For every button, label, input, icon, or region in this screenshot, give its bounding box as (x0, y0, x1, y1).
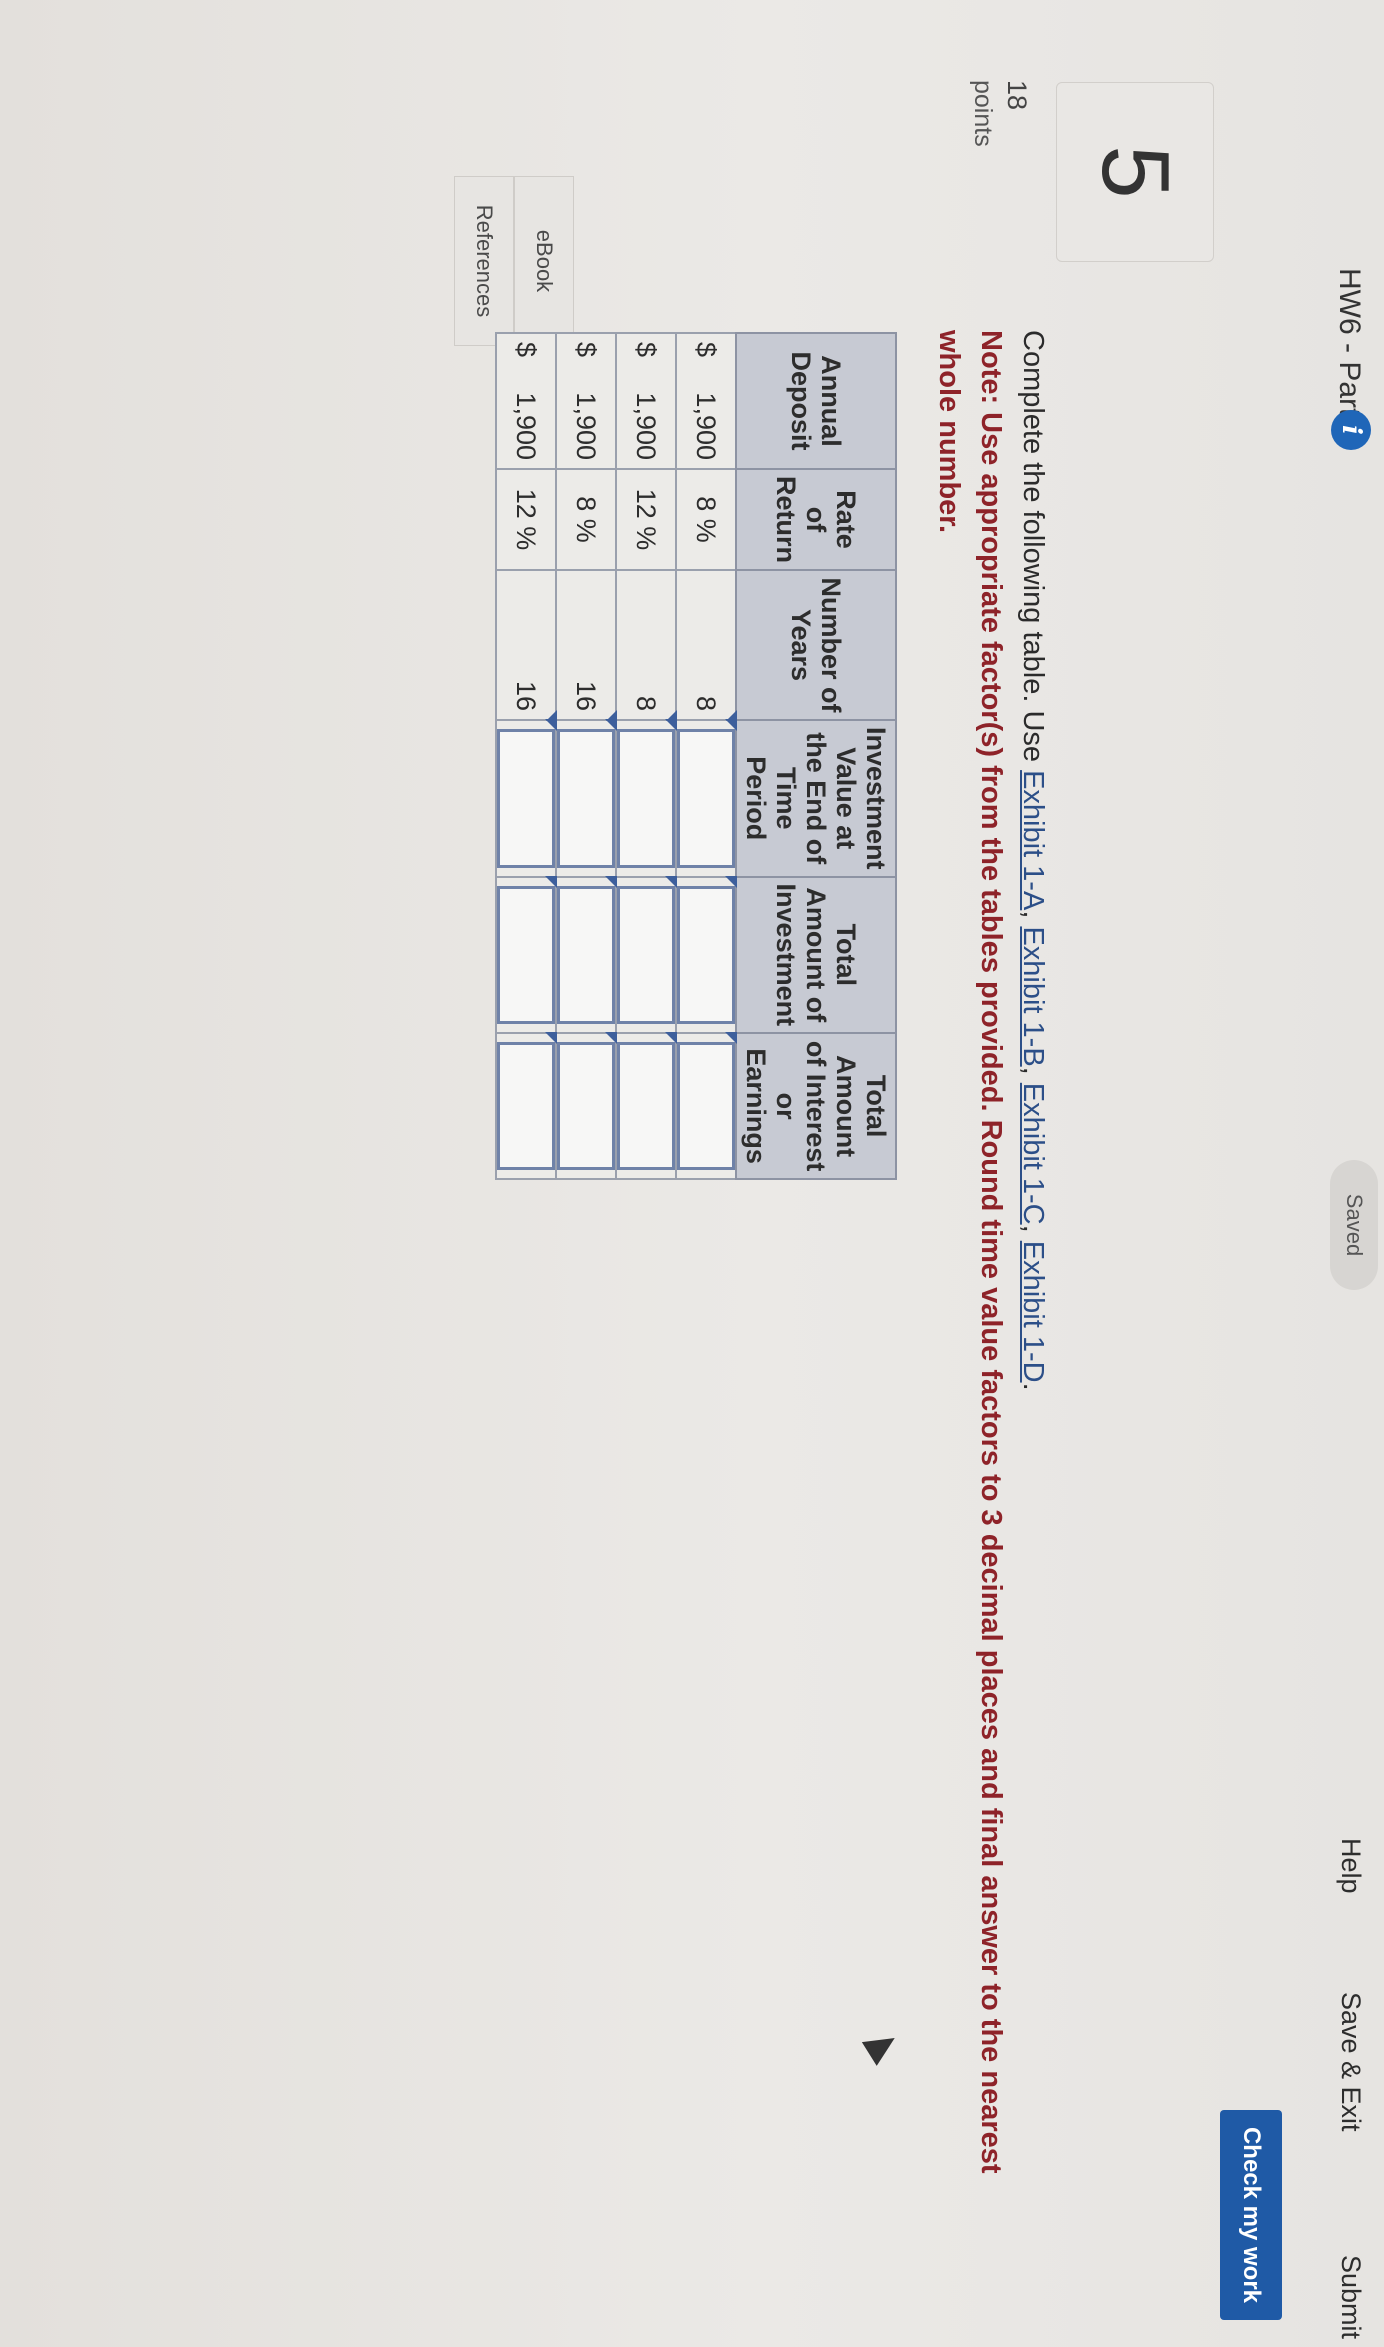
cell-marker-icon (665, 1032, 677, 1045)
total-investment-input[interactable] (617, 885, 675, 1025)
cell-marker-icon (665, 719, 677, 731)
rate-cell: 8 % (676, 469, 736, 570)
deposit-value: 1,900 (511, 392, 542, 460)
table-row: $1,900 12 % 16 (496, 333, 557, 1180)
deposit-cell: $1,900 (676, 333, 736, 469)
header-total-investment: Total Amount of Investment (736, 876, 896, 1034)
screen: HW6 - Part I i Saved Help Save & Exit Su… (0, 0, 1384, 2347)
question-number: 5 (1056, 82, 1214, 262)
table-row: $1,900 12 % 8 (616, 333, 677, 1180)
years-value: 8 (631, 695, 662, 711)
investment-value-input-cell (496, 719, 557, 877)
instructions-note: Note: Use appropriate factor(s) from the… (933, 330, 1007, 2174)
help-link[interactable]: Help (1335, 1838, 1366, 1894)
points-label: points (969, 80, 997, 147)
investment-value-input-cell (556, 719, 617, 877)
cell-marker-icon (545, 719, 557, 731)
exhibit-1d-link[interactable]: Exhibit 1-D (1017, 1241, 1049, 1383)
investment-value-input-cell (616, 719, 677, 877)
table-row: $1,900 8 % 16 (556, 333, 617, 1180)
cell-marker-icon (725, 719, 737, 731)
years-cell: 16 (496, 570, 557, 721)
exhibit-1c-link[interactable]: Exhibit 1-C (1017, 1083, 1049, 1225)
total-investment-input-cell (556, 875, 617, 1034)
mouse-cursor-icon (861, 2026, 903, 2066)
header-rate-of-return: Rate of Return (736, 469, 896, 570)
years-value: 16 (511, 680, 542, 711)
total-interest-input[interactable] (497, 1042, 555, 1171)
deposit-value: 1,900 (631, 392, 662, 460)
investment-table: Annual Deposit Rate of Return Number of … (495, 332, 897, 1180)
exhibit-1b-link[interactable]: Exhibit 1-B (1017, 926, 1049, 1066)
cell-marker-icon (665, 875, 677, 888)
investment-value-input-cell (676, 719, 737, 877)
exhibit-1a-link[interactable]: Exhibit 1-A (1017, 770, 1049, 910)
instructions-lead: Complete the following table. Use (1017, 330, 1049, 771)
years-cell: 8 (616, 570, 677, 721)
total-investment-input[interactable] (497, 885, 555, 1025)
top-bar: HW6 - Part I i Saved Help Save & Exit Su… (1304, 0, 1384, 2347)
cell-marker-icon (605, 719, 617, 731)
header-investment-value: Investment Value at the End of Time Peri… (736, 720, 896, 877)
total-interest-input[interactable] (557, 1042, 615, 1171)
rate-cell: 8 % (556, 469, 616, 570)
save-exit-link[interactable]: Save & Exit (1335, 1992, 1366, 2132)
total-investment-input-cell (496, 875, 557, 1034)
rate-cell: 12 % (496, 469, 556, 570)
investment-value-input[interactable] (557, 729, 615, 868)
deposit-cell: $1,900 (496, 333, 556, 469)
total-interest-input-cell (676, 1032, 737, 1180)
rate-cell: 12 % (616, 469, 676, 570)
check-my-work-button[interactable]: Check my work (1220, 2110, 1282, 2320)
cell-marker-icon (605, 1032, 617, 1045)
total-interest-input-cell (556, 1032, 617, 1180)
cell-marker-icon (605, 875, 617, 888)
years-value: 8 (691, 695, 722, 711)
deposit-cell: $1,900 (556, 333, 616, 469)
cell-marker-icon (545, 875, 557, 888)
cell-marker-icon (725, 1032, 737, 1045)
submit-link[interactable]: Submit (1335, 2255, 1366, 2339)
investment-value-input[interactable] (497, 729, 555, 868)
assignment-title: HW6 - Part I (1333, 268, 1366, 434)
total-interest-input-cell (616, 1032, 677, 1180)
cell-marker-icon (725, 875, 737, 888)
total-investment-input[interactable] (677, 885, 735, 1025)
ebook-button[interactable]: eBook (514, 176, 574, 346)
years-value: 16 (571, 680, 602, 711)
table-row: $1,900 8 % 8 (676, 333, 737, 1180)
investment-value-input[interactable] (617, 729, 675, 868)
deposit-value: 1,900 (691, 392, 722, 460)
table-header-row: Annual Deposit Rate of Return Number of … (736, 333, 896, 1180)
saved-status: Saved (1330, 1160, 1378, 1290)
references-button[interactable]: References (454, 176, 514, 346)
currency-symbol: $ (571, 342, 602, 358)
points-value: 18 (1002, 80, 1032, 111)
total-interest-input-cell (496, 1032, 557, 1180)
currency-symbol: $ (631, 342, 662, 358)
header-total-interest: Total Amount of Interest or Earnings (736, 1033, 896, 1180)
deposit-cell: $1,900 (616, 333, 676, 469)
total-interest-input[interactable] (677, 1042, 735, 1171)
cell-marker-icon (545, 1032, 557, 1045)
total-investment-input-cell (676, 875, 737, 1034)
currency-symbol: $ (511, 342, 542, 358)
info-icon[interactable]: i (1331, 410, 1371, 450)
total-investment-input[interactable] (557, 885, 615, 1025)
investment-value-input[interactable] (677, 729, 735, 868)
header-annual-deposit: Annual Deposit (736, 333, 896, 469)
instructions: Complete the following table. Use Exhibi… (933, 330, 1049, 2174)
currency-symbol: $ (691, 342, 722, 358)
total-interest-input[interactable] (617, 1042, 675, 1171)
years-cell: 16 (556, 570, 617, 721)
total-investment-input-cell (616, 875, 677, 1034)
header-number-of-years: Number of Years (736, 570, 896, 720)
deposit-value: 1,900 (571, 392, 602, 460)
years-cell: 8 (676, 570, 737, 721)
